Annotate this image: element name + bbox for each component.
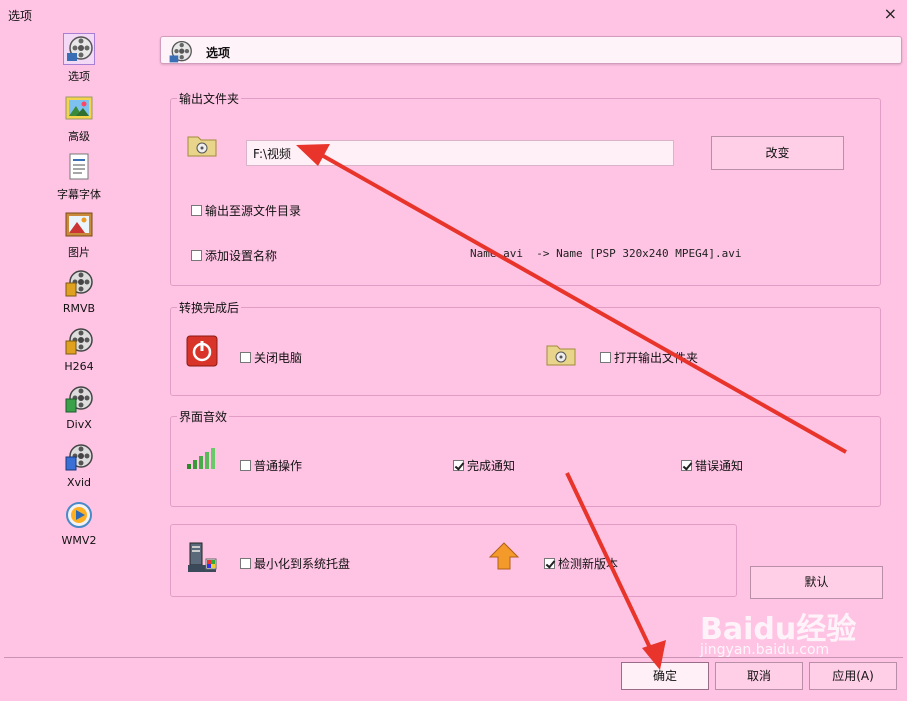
open-output-folder-checkbox[interactable]: 打开输出文件夹 (600, 349, 698, 366)
sidebar-item-h264[interactable]: H264 (40, 326, 118, 373)
checkbox-label: 错误通知 (695, 459, 744, 473)
error-notify-checkbox[interactable]: 错误通知 (681, 457, 743, 474)
checkbox-label: 最小化到系统托盘 (254, 557, 351, 571)
section-header: 选项 (160, 36, 902, 64)
sidebar-item-subtitle-font[interactable]: 字幕字体 (40, 152, 118, 202)
checkbox-label: 关闭电脑 (254, 351, 303, 365)
checkbox-box[interactable] (544, 558, 555, 569)
sidebar-item-rmvb[interactable]: RMVB (40, 268, 118, 315)
picture-icon (64, 94, 94, 124)
group-title: 转换完成后 (177, 299, 242, 316)
group-title: 输出文件夹 (177, 90, 242, 107)
checkbox-box[interactable] (600, 352, 611, 363)
filename-sample: Name.avi -> Name [PSP 320x240 MPEG4].avi (470, 247, 742, 260)
checkbox-box[interactable] (240, 352, 251, 363)
checkbox-box[interactable] (191, 205, 202, 216)
options-window: 选项 × 选项 高级 字幕字体 图片 RMVB H264 DivX Xvid W… (0, 0, 907, 701)
output-path-input[interactable]: F:\视频 (246, 140, 674, 166)
update-arrow-icon (488, 541, 520, 571)
check-update-checkbox[interactable]: 检测新版本 (544, 555, 618, 572)
output-to-source-checkbox[interactable]: 输出至源文件目录 (191, 202, 301, 219)
system-tray-icon (186, 541, 218, 573)
group-title: 界面音效 (177, 408, 230, 425)
film-reel-icon (167, 39, 192, 63)
sidebar-item-label: 高级 (68, 130, 90, 143)
checkbox-box[interactable] (240, 460, 251, 471)
sidebar-item-label: RMVB (62, 302, 96, 315)
sidebar-item-picture[interactable]: 图片 (40, 210, 118, 260)
sidebar-item-divx[interactable]: DivX (40, 384, 118, 431)
normal-operation-checkbox[interactable]: 普通操作 (240, 457, 302, 474)
sidebar-item-advanced[interactable]: 高级 (40, 94, 118, 144)
title-bar: 选项 × (0, 0, 907, 30)
film-reel-icon (63, 33, 95, 65)
checkbox-box[interactable] (240, 558, 251, 569)
film-reel-icon (64, 384, 94, 414)
add-setting-name-checkbox[interactable]: 添加设置名称 (191, 247, 277, 264)
checkbox-box[interactable] (681, 460, 692, 471)
folder-icon (545, 340, 577, 368)
sidebar-item-label: DivX (66, 418, 92, 431)
sidebar-item-label: WMV2 (61, 534, 97, 547)
folder-icon (186, 131, 218, 159)
cancel-button[interactable]: 取消 (715, 662, 803, 690)
checkbox-box[interactable] (191, 250, 202, 261)
checkbox-box[interactable] (453, 460, 464, 471)
document-icon (64, 152, 94, 182)
shutdown-checkbox[interactable]: 关闭电脑 (240, 349, 302, 366)
apply-button[interactable]: 应用(A) (809, 662, 897, 690)
window-title: 选项 (8, 9, 33, 23)
ok-button[interactable]: 确定 (621, 662, 709, 690)
sidebar-item-label: 图片 (68, 246, 90, 259)
sidebar-item-label: Xvid (66, 476, 92, 489)
checkbox-label: 打开输出文件夹 (614, 351, 699, 365)
checkbox-label: 检测新版本 (558, 557, 619, 571)
done-notify-checkbox[interactable]: 完成通知 (453, 457, 515, 474)
film-reel-icon (64, 268, 94, 298)
watermark-url: jingyan.baidu.com (700, 642, 830, 658)
sidebar-item-wmv2[interactable]: WMV2 (40, 500, 118, 547)
page-title: 选项 (206, 46, 231, 60)
checkbox-label: 添加设置名称 (205, 249, 278, 263)
sidebar-item-label: 选项 (68, 70, 90, 83)
checkbox-label: 完成通知 (467, 459, 516, 473)
image-icon (64, 210, 94, 240)
media-play-icon (64, 500, 94, 530)
checkbox-label: 普通操作 (254, 459, 303, 473)
minimize-to-tray-checkbox[interactable]: 最小化到系统托盘 (240, 555, 350, 572)
power-icon (186, 335, 218, 367)
film-reel-icon (64, 326, 94, 356)
volume-bars-icon (186, 446, 218, 470)
sidebar-item-xvid[interactable]: Xvid (40, 442, 118, 489)
film-reel-icon (64, 442, 94, 472)
sidebar-item-label: 字幕字体 (57, 188, 101, 201)
sidebar-item-options[interactable]: 选项 (40, 33, 118, 84)
change-folder-button[interactable]: 改变 (711, 136, 844, 170)
sidebar-item-label: H264 (64, 360, 94, 373)
default-button[interactable]: 默认 (750, 566, 883, 599)
checkbox-label: 输出至源文件目录 (205, 204, 302, 218)
close-icon[interactable]: × (884, 5, 897, 23)
